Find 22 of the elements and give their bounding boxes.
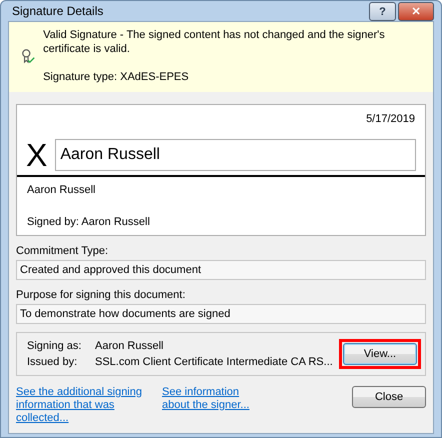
- certificate-seal-icon: [21, 47, 36, 65]
- status-message: Valid Signature - The signed content has not changed and the signer's certificate is valid.: [43, 28, 386, 56]
- field-label: Commitment Type:: [16, 245, 110, 257]
- window-title: Signature Details: [12, 4, 104, 18]
- signer-name: Aaron Russell: [27, 183, 96, 197]
- info-value: SSL.com Client Certificate Intermediate CA RS...: [95, 355, 333, 369]
- info-label: Issued by:: [27, 355, 78, 369]
- info-label: Signing as:: [27, 339, 82, 353]
- signature-name-field: Aaron Russell: [55, 139, 416, 171]
- info-link[interactable]: See information about the signer...: [162, 386, 264, 412]
- signature-mark: X: [26, 139, 48, 171]
- field-label: Purpose for signing this document:: [16, 289, 186, 301]
- info-value: Aaron Russell: [95, 339, 164, 353]
- close-dialog-button[interactable]: Close: [352, 386, 426, 408]
- signature-type: Signature type: XAdES-EPES: [43, 70, 190, 84]
- signed-by-text: Signed by: Aaron Russell: [27, 215, 151, 229]
- purpose-field: To demonstrate how documents are signed: [16, 304, 426, 324]
- signature-date: 5/17/2019: [366, 113, 415, 125]
- info-link[interactable]: See the additional signing information that was collected...: [16, 386, 148, 425]
- commitment-type-field: Created and approved this document: [16, 260, 426, 280]
- help-button[interactable]: ?: [369, 2, 396, 21]
- view-button[interactable]: View...: [343, 343, 417, 365]
